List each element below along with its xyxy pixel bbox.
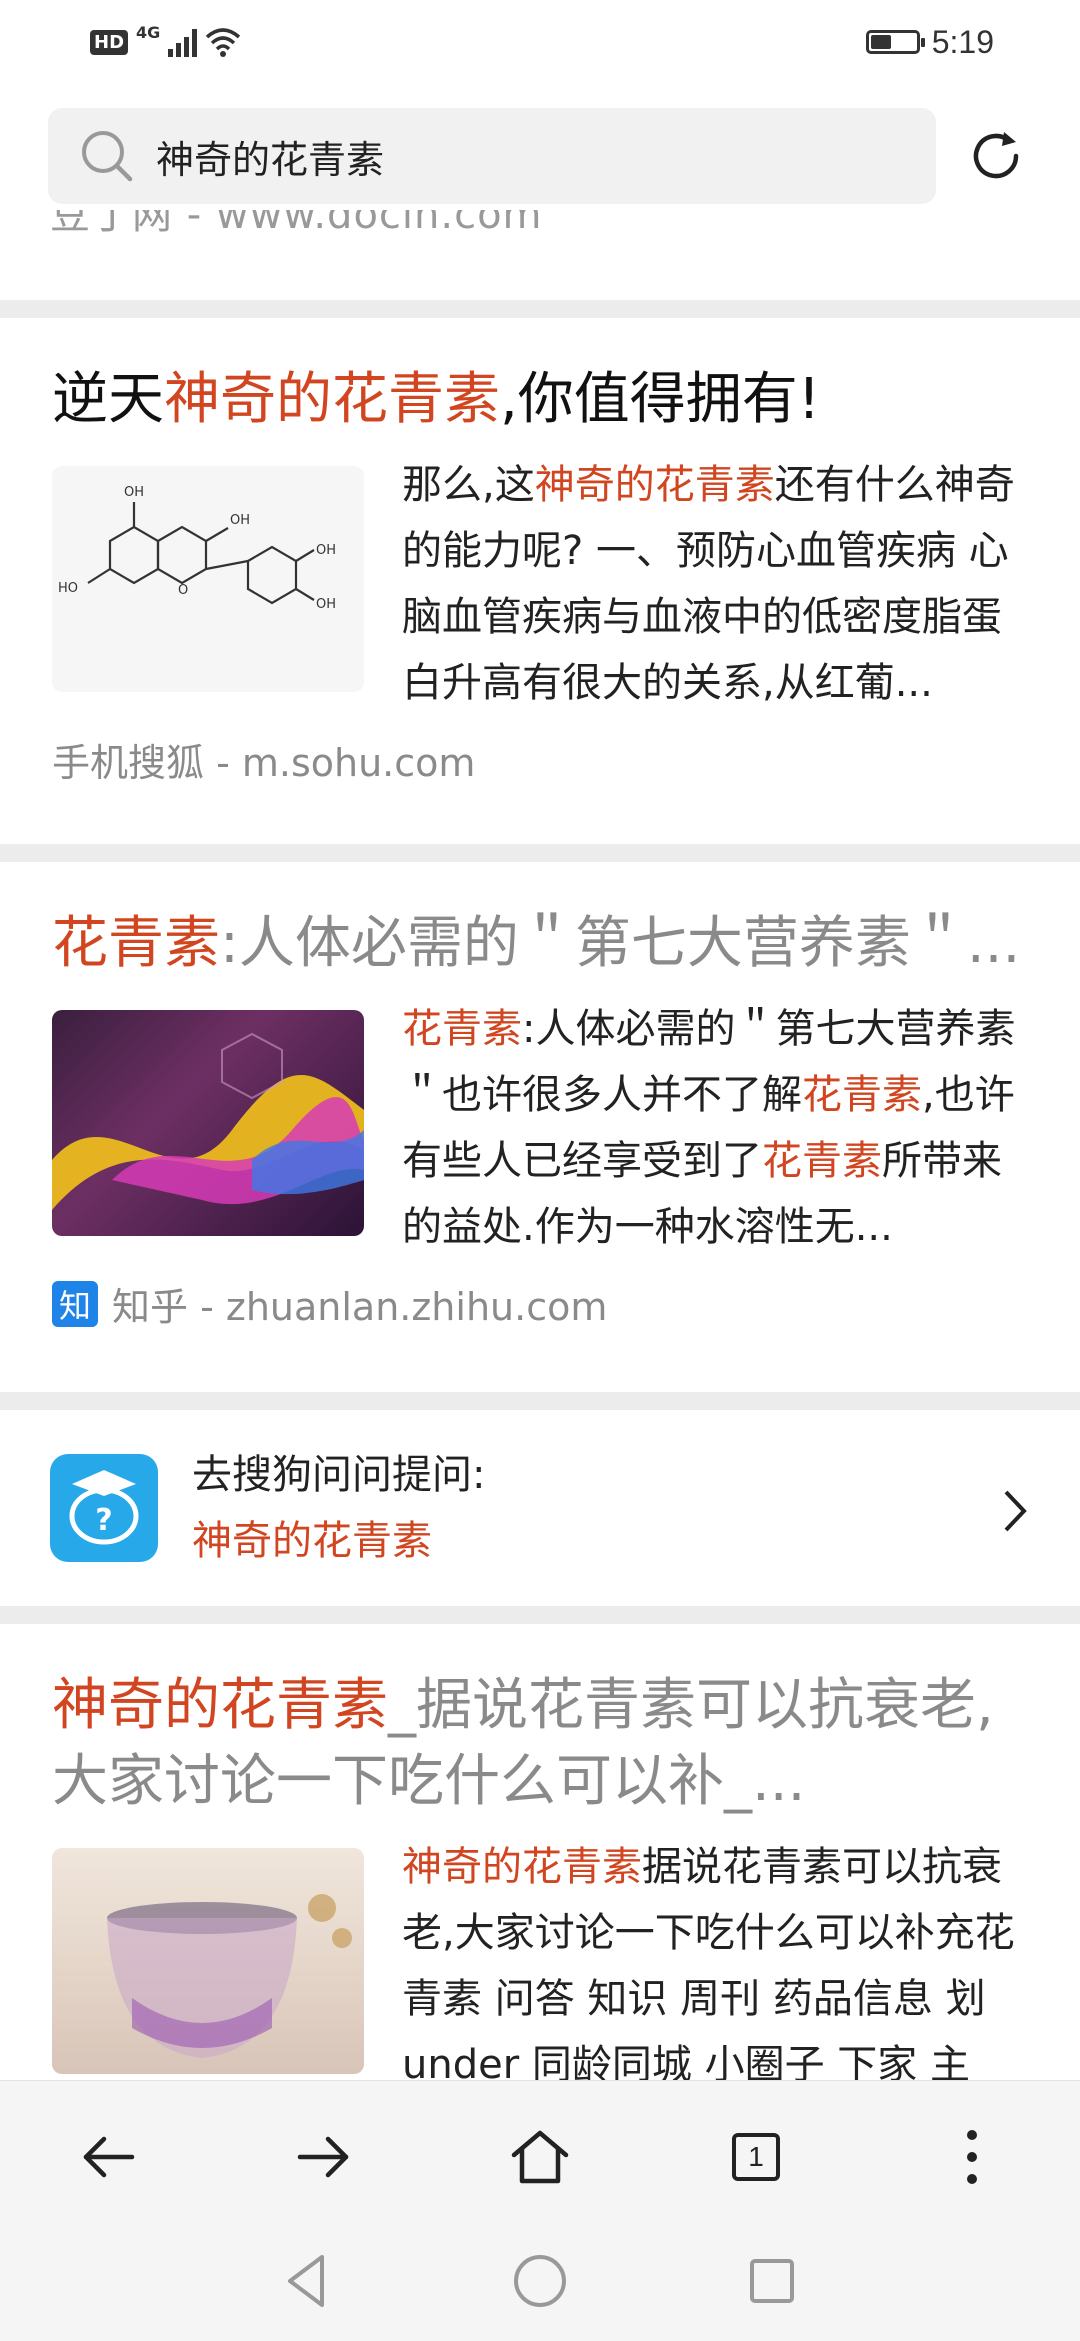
more-button[interactable]: [932, 2117, 1012, 2197]
snippet-highlight: 神奇的花青素: [534, 462, 775, 508]
refresh-icon[interactable]: [964, 124, 1028, 188]
svg-text:?: ?: [95, 1503, 112, 1538]
sys-home-icon[interactable]: [508, 2249, 572, 2313]
home-icon: [511, 2130, 569, 2184]
result-source-row: 知 知乎 - zhuanlan.zhihu.com: [52, 1276, 1080, 1331]
svg-text:OH: OH: [316, 597, 336, 612]
chevron-right-icon[interactable]: [1000, 1486, 1030, 1536]
result-title[interactable]: 逆天神奇的花青素,你值得拥有!: [0, 318, 1080, 438]
title-highlight: 花青素: [52, 911, 220, 976]
wifi-icon: [205, 27, 241, 57]
search-input[interactable]: 神奇的花青素: [48, 108, 936, 204]
result-card[interactable]: 神奇的花青素_据说花青素可以抗衰老,大家讨论一下吃什么可以补_... 神奇的花青…: [0, 1624, 1080, 2080]
snippet-highlight: 花青素: [762, 1138, 882, 1184]
title-text: 逆天: [52, 367, 164, 432]
ribbon-image: [52, 1032, 364, 1210]
tab-count: 1: [748, 2141, 764, 2172]
result-source: 知乎 - zhuanlan.zhihu.com: [112, 1285, 608, 1329]
title-text: :人体必需的＂第七大营养素＂...: [220, 911, 1021, 976]
search-bar: 神奇的花青素: [0, 84, 1080, 210]
svg-text:HO: HO: [58, 581, 78, 596]
result-card[interactable]: 逆天神奇的花青素,你值得拥有! OH OH HO OH OH O 那么,这神奇的…: [0, 318, 1080, 844]
status-left: HD 4G: [90, 22, 241, 62]
ask-prompt: 去搜狗问问提问:: [192, 1452, 486, 1498]
result-body: 花青素:人体必需的＂第七大营养素＂也许很多人并不了解花青素,也许有些人已经享受到…: [52, 1006, 1030, 1260]
home-button[interactable]: [500, 2117, 580, 2197]
result-thumbnail[interactable]: OH OH HO OH OH O: [52, 466, 364, 692]
sys-back-icon[interactable]: [276, 2249, 340, 2313]
snippet-highlight: 花青素: [402, 1006, 522, 1052]
forward-button[interactable]: [284, 2117, 364, 2197]
status-right: 5:19: [865, 20, 994, 64]
snippet-text: 那么,这: [402, 462, 535, 508]
status-bar: HD 4G 5:19: [0, 0, 1080, 84]
svg-text:OH: OH: [124, 485, 144, 500]
snippet-highlight: 花青素: [802, 1072, 922, 1118]
result-card[interactable]: 花青素:人体必需的＂第七大营养素＂... 花青素:人体必需的＂第七大营养素＂也许…: [0, 862, 1080, 1392]
result-source: 豆丁网 - www.docin.com: [50, 210, 543, 238]
result-thumbnail[interactable]: [52, 1010, 364, 1236]
results-list: 豆丁网 - www.docin.com 逆天神奇的花青素,你值得拥有! OH O…: [0, 210, 1080, 2080]
result-thumbnail[interactable]: [52, 1848, 364, 2074]
molecule-image: OH OH HO OH OH O: [58, 485, 336, 612]
network-type: 4G: [136, 22, 161, 42]
signal-icon: [168, 27, 198, 57]
svg-text:OH: OH: [316, 543, 336, 558]
ask-query: 神奇的花青素: [192, 1518, 432, 1564]
sogou-ask-icon: ?: [50, 1454, 158, 1562]
title-highlight: 神奇的花青素: [52, 1673, 388, 1738]
sys-recents-icon[interactable]: [740, 2249, 804, 2313]
result-snippet: 那么,这神奇的花青素还有什么神奇的能力呢? 一、预防心血管疾病 心脑血管疾病与血…: [402, 452, 1030, 716]
search-icon: [82, 131, 133, 182]
title-highlight: 神奇的花青素: [164, 367, 500, 432]
back-icon: [83, 2136, 135, 2178]
ask-question-card[interactable]: ? 去搜狗问问提问: 神奇的花青素: [0, 1410, 1080, 1606]
clock: 5:19: [931, 23, 994, 60]
hd-badge: HD: [90, 29, 129, 55]
tabs-icon: 1: [732, 2133, 780, 2181]
glass-image: [107, 1894, 352, 2058]
battery-icon: [865, 30, 925, 54]
back-button[interactable]: [68, 2117, 148, 2197]
result-body: OH OH HO OH OH O 那么,这神奇的花青素还有什么神奇的能力呢? 一…: [52, 462, 1030, 716]
result-snippet: 花青素:人体必需的＂第七大营养素＂也许很多人并不了解花青素,也许有些人已经享受到…: [402, 996, 1030, 1260]
forward-icon: [297, 2136, 349, 2178]
zhihu-icon: 知: [52, 1280, 98, 1327]
ask-text: 去搜狗问问提问: 神奇的花青素: [192, 1442, 485, 1574]
bottom-navigation: 1: [0, 2080, 1080, 2341]
tabs-button[interactable]: 1: [716, 2117, 796, 2197]
svg-text:OH: OH: [230, 513, 250, 528]
snippet-highlight: 神奇的花青素: [402, 1844, 642, 1890]
search-query: 神奇的花青素: [156, 137, 385, 182]
svg-text:O: O: [178, 583, 188, 598]
result-card-partial[interactable]: 豆丁网 - www.docin.com: [0, 210, 1080, 300]
result-source: 手机搜狐 - m.sohu.com: [52, 741, 476, 785]
title-text: ,你值得拥有!: [500, 367, 821, 432]
more-icon: [967, 2130, 977, 2184]
result-snippet: 神奇的花青素据说花青素可以抗衰老,大家讨论一下吃什么可以补充花青素 问答 知识 …: [402, 1834, 1030, 2080]
result-title[interactable]: 花青素:人体必需的＂第七大营养素＂...: [0, 862, 1080, 982]
result-body: 神奇的花青素据说花青素可以抗衰老,大家讨论一下吃什么可以补充花青素 问答 知识 …: [52, 1844, 1030, 2080]
result-title[interactable]: 神奇的花青素_据说花青素可以抗衰老,大家讨论一下吃什么可以补_...: [0, 1624, 1080, 1820]
